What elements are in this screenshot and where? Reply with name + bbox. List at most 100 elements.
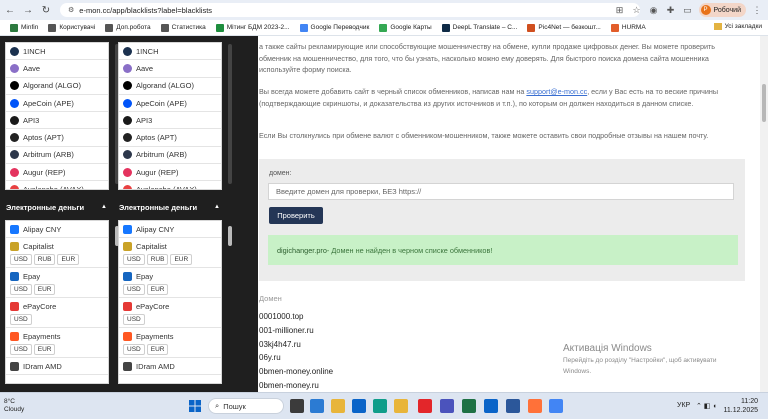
domain-list-item[interactable]: 0bmen-money.ru <box>259 381 319 390</box>
currency-tag[interactable]: USD <box>10 254 32 265</box>
currency-tag[interactable]: USD <box>10 314 32 325</box>
windows-start-icon[interactable] <box>188 399 202 413</box>
store-icon[interactable] <box>352 399 366 413</box>
currency-item[interactable]: API3 <box>119 112 221 130</box>
clock[interactable]: 11:20 11.12.2025 <box>722 397 758 415</box>
bookmark-item[interactable]: HURMA <box>607 23 650 32</box>
payment-system-item[interactable]: ePayCore USD <box>6 298 108 328</box>
files-icon[interactable] <box>394 399 408 413</box>
bookmark-item[interactable]: Доп.робота <box>101 23 154 32</box>
currency-tag[interactable]: EUR <box>57 254 80 265</box>
currency-tag[interactable]: USD <box>123 254 145 265</box>
task-view-icon[interactable] <box>290 399 304 413</box>
currency-item[interactable]: Avalanche (AVAX) <box>119 181 221 189</box>
language-indicator[interactable]: УКР <box>677 402 690 409</box>
payment-system-item[interactable]: IDram AMD <box>119 358 221 375</box>
category-header-emoney[interactable]: Электронные деньги ▲ <box>113 197 226 217</box>
all-bookmarks-button[interactable]: Усі закладки <box>713 23 762 30</box>
payment-system-item[interactable]: Epayments USD EUR <box>119 328 221 358</box>
currency-item[interactable]: Augur (REP) <box>119 164 221 182</box>
currency-item[interactable]: ApeCoin (APE) <box>6 95 108 113</box>
currency-tag[interactable]: EUR <box>33 344 56 355</box>
currency-tag[interactable]: USD <box>123 284 145 295</box>
domain-list-item[interactable]: 001-millioner.ru <box>259 326 314 335</box>
weather-widget[interactable]: 8°C Cloudy <box>4 398 24 414</box>
back-icon[interactable]: ← <box>2 2 18 18</box>
screenshot-icon[interactable]: ◉ <box>648 4 660 16</box>
list-scrollbar[interactable] <box>228 226 232 246</box>
bookmark-item[interactable]: DeepL Translate – С... <box>438 23 522 32</box>
explorer-icon[interactable] <box>331 399 345 413</box>
domain-list-item[interactable]: 0bmen-money.online <box>259 367 333 376</box>
category-header-emoney[interactable]: Электронные деньги ▲ <box>0 197 113 217</box>
tray-icons[interactable]: ⌃ ◧ ◖ <box>696 402 717 410</box>
forward-icon[interactable]: → <box>20 2 36 18</box>
outlook-icon[interactable] <box>484 399 498 413</box>
currency-item[interactable]: Aptos (APT) <box>119 129 221 147</box>
extensions-icon[interactable]: ✚ <box>665 4 677 16</box>
list-scrollbar[interactable] <box>228 44 232 184</box>
currency-tag[interactable]: RUB <box>146 254 169 265</box>
currency-item[interactable]: Arbitrum (ARB) <box>119 147 221 165</box>
currency-tag[interactable]: USD <box>10 344 32 355</box>
currency-item[interactable]: 1INCH <box>119 43 221 61</box>
currency-item[interactable]: Arbitrum (ARB) <box>6 147 108 165</box>
payment-system-item[interactable]: Epayments USD EUR <box>6 328 108 358</box>
bookmark-item[interactable]: Pic4Net — безкошт... <box>523 23 604 32</box>
profile-button[interactable]: Р Робочий <box>698 3 746 17</box>
bookmark-item[interactable]: Мітинг БДМ 2023-2... <box>212 23 294 32</box>
currency-item[interactable]: Augur (REP) <box>6 164 108 182</box>
currency-item[interactable]: Aave <box>119 60 221 78</box>
domain-list-item[interactable]: 03kj4h47.ru <box>259 340 301 349</box>
reload-icon[interactable]: ↻ <box>38 2 54 18</box>
site-info-icon[interactable]: ⚙ <box>68 6 74 14</box>
payment-system-item[interactable]: Alipay CNY <box>6 221 108 238</box>
word-icon[interactable] <box>506 399 520 413</box>
currency-tag[interactable]: USD <box>10 284 32 295</box>
address-bar[interactable]: ⚙ e-mon.cc/app/blacklists?label=blacklis… <box>60 3 640 17</box>
currency-tag[interactable]: EUR <box>170 254 193 265</box>
currency-item[interactable]: Algorand (ALGO) <box>119 78 221 95</box>
currency-tag[interactable]: USD <box>123 344 145 355</box>
payment-system-item[interactable]: Capitalist USD RUB EUR <box>119 238 221 268</box>
currency-tag[interactable]: EUR <box>33 284 56 295</box>
bookmark-item[interactable]: Користувачі <box>44 23 99 32</box>
payment-system-item[interactable]: ePayCore USD <box>119 298 221 328</box>
payment-system-item[interactable]: Epay USD EUR <box>6 268 108 298</box>
payment-system-item[interactable]: Capitalist USD RUB EUR <box>6 238 108 268</box>
page-scrollbar-thumb[interactable] <box>762 84 766 122</box>
sidepanel-icon[interactable]: ▭ <box>682 4 694 16</box>
payment-system-item[interactable]: Alipay CNY <box>119 221 221 238</box>
currency-item[interactable]: Aptos (APT) <box>6 129 108 147</box>
bookmark-item[interactable]: Google Карты <box>375 23 435 32</box>
currency-tag[interactable]: USD <box>123 314 145 325</box>
chrome-icon[interactable] <box>549 399 563 413</box>
translate-icon[interactable]: ⊞ <box>614 4 626 16</box>
menu-icon[interactable]: ⋮ <box>751 4 763 16</box>
taskbar-search[interactable]: ⌕ Пошук <box>208 398 284 414</box>
domain-list-item[interactable]: 0001000.top <box>259 312 304 321</box>
currency-tag[interactable]: RUB <box>33 254 56 265</box>
edge-icon[interactable] <box>373 399 387 413</box>
currency-item[interactable]: API3 <box>6 112 108 130</box>
currency-tag[interactable]: EUR <box>146 284 169 295</box>
widgets-icon[interactable] <box>310 399 324 413</box>
currency-item[interactable]: Algorand (ALGO) <box>6 78 108 95</box>
support-email-link[interactable]: support@e-mon.cc <box>526 87 587 96</box>
currency-tag[interactable]: EUR <box>146 344 169 355</box>
opera-icon[interactable] <box>418 399 432 413</box>
teams-icon[interactable] <box>440 399 454 413</box>
excel-icon[interactable] <box>462 399 476 413</box>
currency-item[interactable]: Aave <box>6 60 108 78</box>
bookmark-item[interactable]: Статистика <box>157 23 210 32</box>
bookmark-star-icon[interactable]: ☆ <box>631 4 643 16</box>
domain-search-input[interactable]: Введите домен для проверки, БЕЗ https:// <box>268 183 734 200</box>
page-scrollbar[interactable] <box>760 36 768 392</box>
currency-item[interactable]: Avalanche (AVAX) <box>6 181 108 189</box>
bookmark-item[interactable]: Google Переводчик <box>296 23 374 32</box>
domain-list-item[interactable]: 06y.ru <box>259 353 281 362</box>
bookmark-item[interactable]: Minfin <box>6 23 42 32</box>
payment-system-item[interactable]: Epay USD EUR <box>119 268 221 298</box>
payment-system-item[interactable]: IDram AMD <box>6 358 108 375</box>
currency-item[interactable]: 1INCH <box>6 43 108 61</box>
